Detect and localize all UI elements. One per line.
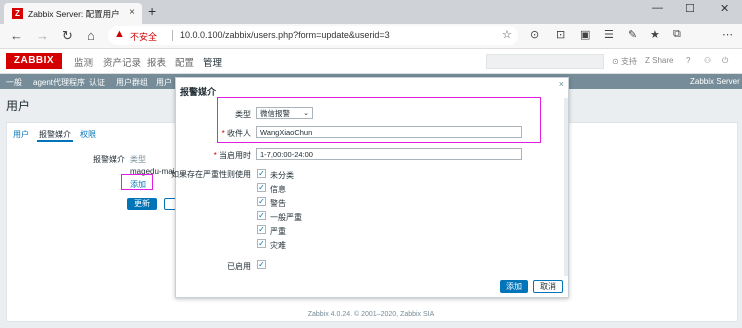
dialog-scrollbar[interactable]: [564, 98, 568, 276]
share-icon[interactable]: ⧉: [673, 28, 681, 41]
recipient-label: * 收件人: [221, 129, 251, 138]
bookmark-icon[interactable]: ⊡: [556, 28, 565, 41]
global-search-input[interactable]: [486, 54, 604, 69]
menu-monitoring[interactable]: 监测: [74, 55, 93, 69]
recipient-input[interactable]: WangXiaoChun: [256, 126, 522, 138]
dialog-title: 报警媒介: [180, 87, 217, 97]
collections-icon[interactable]: ▣: [580, 28, 590, 41]
severity-checkbox-2[interactable]: ✓: [257, 197, 266, 206]
highlight-add-link: [121, 174, 153, 190]
warning-icon: ▲: [114, 28, 125, 40]
zabbix-header: ZABBIX 监测 资产记录 报表 配置 管理 ⊙ 支持 Z Share ? ⚇…: [0, 49, 742, 74]
menu-inventory[interactable]: 资产记录: [103, 55, 141, 69]
footer: Zabbix 4.0.24. © 2001–2020, Zabbix SIA: [307, 311, 435, 318]
extension-icon[interactable]: ⊙: [530, 28, 539, 41]
dialog-close-icon[interactable]: ×: [559, 79, 564, 89]
page-title: 用户: [6, 99, 31, 113]
submenu-user-groups[interactable]: 用户群组: [116, 77, 148, 88]
severity-checkbox-4[interactable]: ✓: [257, 225, 266, 234]
tab-media[interactable]: 报警媒介: [39, 129, 71, 140]
browser-tab-bar: Z Zabbix Server: 配置用户 × + — ☐ ✕: [0, 0, 742, 24]
zabbix-logo[interactable]: ZABBIX: [6, 53, 62, 69]
menu-configuration[interactable]: 配置: [175, 55, 194, 69]
tab-permissions[interactable]: 权限: [80, 129, 96, 140]
severity-label-5: 灾难: [270, 241, 286, 250]
window-close-icon[interactable]: ✕: [720, 2, 729, 15]
zabbix-favicon-icon: Z: [12, 8, 23, 19]
severity-checkbox-5[interactable]: ✓: [257, 239, 266, 248]
severity-label-3: 一般严重: [270, 213, 302, 222]
severity-checkbox-3[interactable]: ✓: [257, 211, 266, 220]
url-text: 10.0.0.100/zabbix/users.php?form=update&…: [180, 30, 390, 40]
submenu-general[interactable]: 一般: [6, 77, 22, 88]
home-icon[interactable]: ⌂: [87, 28, 95, 43]
new-tab-icon[interactable]: +: [148, 3, 156, 19]
severity-checkbox-0[interactable]: ✓: [257, 169, 266, 178]
close-tab-icon[interactable]: ×: [129, 7, 135, 18]
media-dialog: 报警媒介 × 类型 微信报警 ⌄ * 收件人 WangXiaoChun * 当启…: [171, 77, 569, 298]
enabled-label: 已启用: [227, 262, 251, 271]
type-label: 类型: [235, 110, 251, 119]
reading-icon[interactable]: ☰: [604, 28, 614, 41]
user-profile-icon[interactable]: ⚇: [704, 56, 711, 65]
tab-title: Zabbix Server: 配置用户: [28, 9, 120, 19]
when-active-label: * 当启用时: [213, 151, 251, 160]
support-link[interactable]: ⊙ 支持: [612, 56, 637, 67]
url-input[interactable]: ▲ 不安全 10.0.0.100/zabbix/users.php?form=u…: [108, 26, 518, 45]
minimize-icon[interactable]: —: [652, 2, 663, 14]
media-type-select[interactable]: 微信报警 ⌄: [256, 107, 313, 119]
enabled-checkbox[interactable]: ✓: [257, 260, 266, 269]
menu-administration[interactable]: 管理: [203, 55, 222, 69]
signout-icon[interactable]: ⏻: [722, 56, 728, 66]
severity-label-2: 警告: [270, 199, 286, 208]
more-icon[interactable]: ⋯: [722, 28, 733, 41]
maximize-icon[interactable]: ☐: [685, 2, 695, 15]
severity-label-1: 信息: [270, 185, 286, 194]
server-name: Zabbix Server: [690, 77, 740, 86]
favorites-icon[interactable]: ★: [650, 28, 660, 41]
refresh-icon[interactable]: ↻: [62, 28, 73, 44]
share-link[interactable]: Z Share: [645, 56, 673, 65]
submenu-users[interactable]: 用户: [156, 77, 172, 88]
media-label: 报警媒介: [93, 155, 125, 164]
submenu-authentication[interactable]: 认证: [89, 77, 105, 88]
severity-checkbox-1[interactable]: ✓: [257, 183, 266, 192]
security-label: 不安全: [130, 32, 158, 42]
dialog-cancel-button[interactable]: 取消: [533, 280, 563, 293]
menu-reports[interactable]: 报表: [147, 55, 166, 69]
update-button[interactable]: 更新: [127, 198, 157, 210]
chevron-down-icon: ⌄: [303, 110, 309, 117]
severity-label: 如果存在严重性则使用: [171, 170, 251, 179]
severity-label-4: 严重: [270, 227, 286, 236]
forward-icon[interactable]: →: [36, 28, 49, 43]
submenu-proxies[interactable]: agent代理程序: [33, 77, 85, 88]
translate-icon[interactable]: ✎: [628, 28, 637, 41]
favorite-star-icon[interactable]: ☆: [502, 28, 512, 41]
media-type-header: 类型: [130, 155, 146, 164]
when-active-input[interactable]: 1-7,00:00-24:00: [256, 148, 522, 160]
tab-user[interactable]: 用户: [13, 129, 29, 140]
help-icon[interactable]: ?: [686, 56, 690, 65]
address-bar-row: ← → ↻ ⌂ ▲ 不安全 10.0.0.100/zabbix/users.ph…: [0, 24, 742, 65]
browser-tab[interactable]: Z Zabbix Server: 配置用户 ×: [4, 3, 142, 24]
severity-label-0: 未分类: [270, 171, 294, 180]
dialog-add-button[interactable]: 添加: [500, 280, 528, 293]
active-tab-indicator: [37, 140, 73, 142]
back-icon[interactable]: ←: [10, 28, 23, 43]
